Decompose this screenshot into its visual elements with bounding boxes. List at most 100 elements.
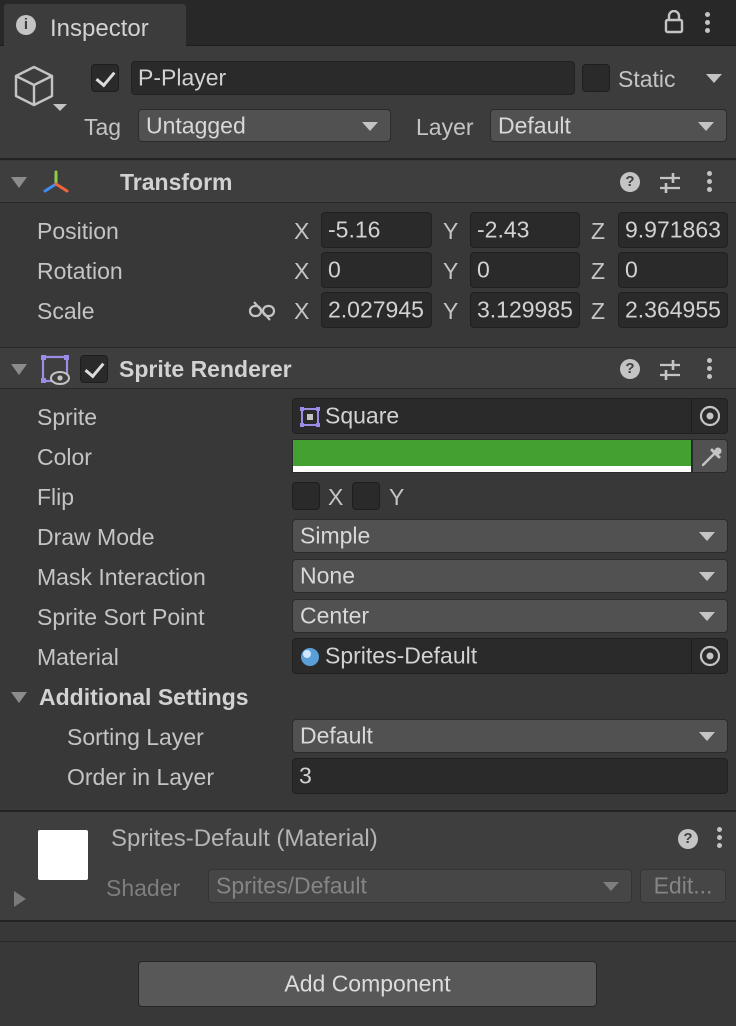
order-in-layer-value: 3	[299, 762, 312, 789]
chevron-down-icon	[603, 882, 619, 891]
scale-z-value: 2.364955	[625, 296, 721, 323]
unlink-icon[interactable]	[248, 300, 276, 322]
scale-label: Scale	[37, 298, 95, 324]
foldout-arrow-icon[interactable]	[11, 177, 27, 188]
order-in-layer-label: Order in Layer	[67, 764, 215, 790]
rotation-y-label[interactable]: Y	[443, 260, 458, 283]
scale-y-field[interactable]: 3.129985	[470, 292, 580, 328]
static-dropdown-caret-icon[interactable]	[706, 74, 722, 83]
scale-z-label[interactable]: Z	[591, 300, 605, 323]
component-menu-icon[interactable]	[706, 171, 712, 193]
shader-dropdown[interactable]: Sprites/Default	[208, 869, 632, 903]
component-menu-icon[interactable]	[706, 358, 712, 380]
tab-inspector[interactable]: i Inspector	[4, 4, 186, 46]
object-name-field[interactable]: P-Player	[131, 61, 575, 95]
position-z-value: 9.971863	[625, 216, 721, 243]
scale-x-label[interactable]: X	[294, 300, 309, 323]
position-z-label[interactable]: Z	[591, 220, 605, 243]
sorting-layer-label: Sorting Layer	[67, 724, 204, 750]
object-name-text: P-Player	[138, 64, 227, 91]
presets-icon[interactable]	[658, 359, 682, 381]
foldout-right-arrow-icon[interactable]	[14, 891, 26, 907]
tab-title: Inspector	[50, 15, 149, 42]
mask-interaction-value: None	[300, 562, 355, 589]
inspector-menu-icon[interactable]	[704, 12, 710, 34]
transform-icon	[41, 169, 71, 197]
sprite-value: Square	[325, 402, 400, 429]
scale-y-value: 3.129985	[477, 296, 573, 323]
layer-dropdown[interactable]: Default	[490, 109, 727, 142]
sprite-object-field[interactable]: Square	[292, 398, 728, 434]
rotation-z-field[interactable]: 0	[618, 252, 728, 288]
edit-shader-button[interactable]: Edit...	[640, 869, 726, 903]
gameobject-header: P-Player Static Tag Untagged Layer Defau…	[0, 46, 736, 160]
info-icon: i	[16, 15, 36, 35]
scale-x-value: 2.027945	[328, 296, 424, 323]
additional-settings-foldout[interactable]: Additional Settings	[39, 686, 249, 709]
sprite-renderer-title: Sprite Renderer	[119, 356, 292, 382]
rotation-x-value: 0	[328, 256, 341, 283]
position-label: Position	[37, 218, 119, 244]
lock-icon[interactable]	[664, 9, 684, 34]
flip-label: Flip	[37, 484, 75, 510]
transform-header[interactable]: Transform ?	[0, 161, 736, 203]
material-label: Material	[37, 644, 119, 670]
sprite-sort-point-dropdown[interactable]: Center	[292, 599, 728, 633]
static-checkbox[interactable]	[582, 64, 610, 92]
rotation-x-label[interactable]: X	[294, 260, 309, 283]
help-icon[interactable]: ?	[678, 829, 698, 849]
color-swatch[interactable]	[292, 439, 692, 473]
rotation-z-label[interactable]: Z	[591, 260, 605, 283]
position-y-field[interactable]: -2.43	[470, 212, 580, 248]
material-value: Sprites-Default	[325, 642, 478, 669]
rotation-x-field[interactable]: 0	[321, 252, 432, 288]
chevron-down-icon	[698, 121, 714, 131]
rotation-label: Rotation	[37, 258, 123, 284]
flip-y-checkbox[interactable]	[352, 482, 380, 510]
order-in-layer-field[interactable]: 3	[292, 758, 728, 794]
material-menu-icon[interactable]	[716, 827, 722, 849]
shader-label: Shader	[106, 875, 181, 901]
sprite-label: Sprite	[37, 404, 98, 430]
cube-icon[interactable]	[12, 64, 68, 114]
material-object-field[interactable]: Sprites-Default	[292, 638, 728, 674]
foldout-arrow-icon[interactable]	[11, 364, 27, 375]
position-y-label[interactable]: Y	[443, 220, 458, 243]
presets-icon[interactable]	[658, 172, 682, 194]
rotation-y-value: 0	[477, 256, 490, 283]
help-icon[interactable]: ?	[620, 359, 640, 379]
chevron-down-icon	[699, 572, 715, 581]
object-picker-icon[interactable]	[691, 639, 728, 673]
scale-x-field[interactable]: 2.027945	[321, 292, 432, 328]
position-x-label[interactable]: X	[294, 220, 309, 243]
add-component-button[interactable]: Add Component	[138, 961, 597, 1007]
foldout-arrow-icon[interactable]	[11, 692, 27, 703]
draw-mode-label: Draw Mode	[37, 524, 155, 550]
scale-y-label[interactable]: Y	[443, 300, 458, 323]
help-icon[interactable]: ?	[620, 172, 640, 192]
tag-value: Untagged	[146, 112, 246, 138]
active-checkbox[interactable]	[91, 64, 119, 92]
chevron-down-icon	[362, 121, 378, 131]
flip-x-label: X	[328, 484, 344, 510]
eyedropper-icon[interactable]	[692, 439, 728, 473]
draw-mode-value: Simple	[300, 522, 371, 549]
section-divider	[0, 920, 736, 922]
sprite-renderer-header[interactable]: Sprite Renderer ?	[0, 347, 736, 389]
sprite-renderer-body: Sprite Square Color Flip X Y Draw Mode S…	[0, 390, 736, 810]
position-x-field[interactable]: -5.16	[321, 212, 432, 248]
rotation-y-field[interactable]: 0	[470, 252, 580, 288]
object-picker-icon[interactable]	[691, 399, 728, 433]
position-z-field[interactable]: 9.971863	[618, 212, 728, 248]
tag-dropdown[interactable]: Untagged	[138, 109, 391, 142]
sorting-layer-dropdown[interactable]: Default	[292, 719, 728, 753]
draw-mode-dropdown[interactable]: Simple	[292, 519, 728, 553]
sprite-renderer-enabled-checkbox[interactable]	[80, 355, 108, 383]
mask-interaction-dropdown[interactable]: None	[292, 559, 728, 593]
material-sphere-icon	[299, 646, 321, 668]
sprite-sort-point-label: Sprite Sort Point	[37, 604, 205, 630]
transform-body: Position X -5.16 Y -2.43 Z 9.971863 Rota…	[0, 204, 736, 346]
position-x-value: -5.16	[328, 216, 381, 243]
scale-z-field[interactable]: 2.364955	[618, 292, 728, 328]
flip-x-checkbox[interactable]	[292, 482, 320, 510]
